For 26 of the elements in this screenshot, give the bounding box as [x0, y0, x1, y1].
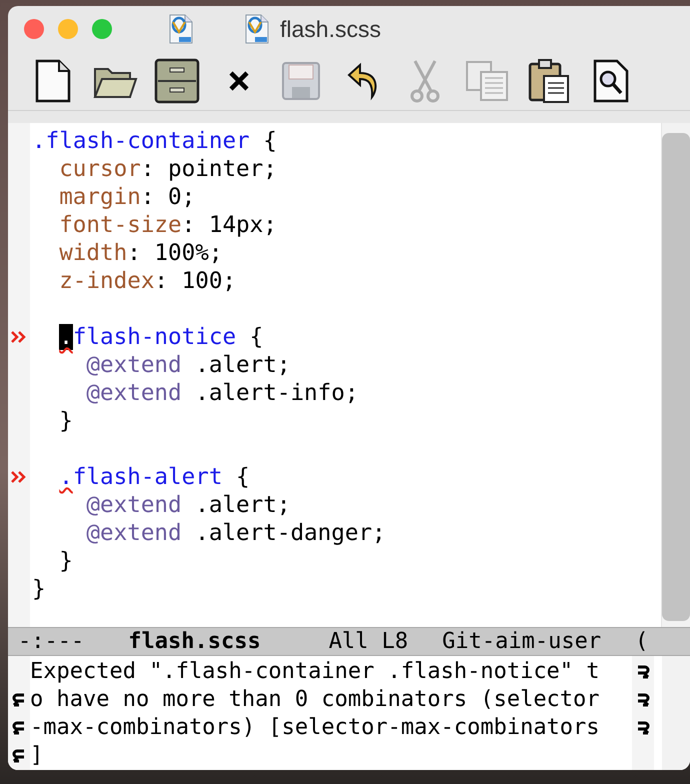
- code-line: cursor: pointer;: [59, 156, 277, 182]
- code-line: @extend .alert-danger;: [86, 520, 386, 546]
- code-line: .flash-notice {: [59, 324, 264, 350]
- message-line: o have no more than 0 combinators (selector: [30, 686, 601, 714]
- close-button[interactable]: [24, 19, 44, 39]
- code-line: @extend .alert-info;: [86, 380, 358, 406]
- code-line: font-size: 14px;: [59, 212, 277, 238]
- code-line: .flash-alert {: [59, 464, 250, 490]
- minimize-button[interactable]: [58, 19, 78, 39]
- code-line: }: [59, 408, 73, 434]
- code-line: z-index: 100;: [59, 268, 236, 294]
- code-line: .flash-container {: [32, 128, 277, 154]
- message-line: ]: [30, 742, 44, 770]
- scrollbar[interactable]: [662, 656, 690, 770]
- window-title: flash.scss: [280, 16, 381, 42]
- code-line: }: [32, 576, 46, 602]
- code-line: @extend .alert;: [86, 352, 290, 378]
- file-icon: [168, 14, 194, 44]
- message-line: -max-combinators) [selector-max-combinators: [30, 714, 601, 742]
- file-icon: [244, 14, 270, 44]
- code-line: @extend .alert;: [86, 492, 290, 518]
- code-line: width: 100%;: [59, 240, 222, 266]
- code-line: }: [59, 548, 73, 574]
- code-line: margin: 0;: [59, 184, 196, 210]
- message-line: Expected ".flash-container .flash-notice" t: [30, 658, 601, 686]
- zoom-button[interactable]: [92, 19, 112, 39]
